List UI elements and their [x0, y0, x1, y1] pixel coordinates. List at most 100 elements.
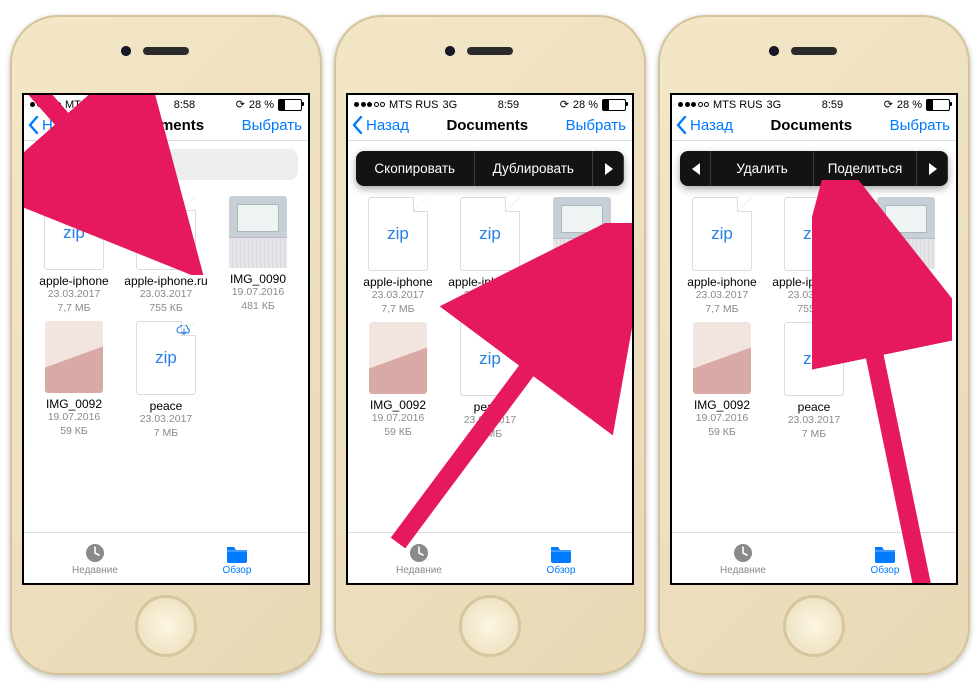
signal-dots-icon [354, 102, 385, 107]
file-name: IMG_0090 [862, 273, 950, 287]
file-name: IMG_0092 [30, 397, 118, 411]
signal-dots-icon [678, 102, 709, 107]
status-bar: MTS RUS 3G 8:58 ⟳ 28 % [24, 95, 308, 112]
back-label: Назад [690, 117, 733, 134]
file-name: peace [446, 400, 534, 414]
menu-more-right[interactable] [917, 151, 948, 186]
menu-share[interactable]: Поделиться [814, 151, 917, 186]
file-grid: zip apple-iphone 23.03.20177,7 МБ zip ap… [672, 189, 956, 532]
home-button[interactable] [135, 595, 197, 657]
file-item[interactable]: zip apple-iphone.ru 23.03.2017755 КБ [770, 197, 858, 316]
chevron-left-icon [676, 116, 688, 134]
search-placeholder: Поиск [64, 156, 106, 173]
tab-recent[interactable]: Недавние [348, 533, 490, 583]
file-item[interactable]: zip peace 23.03.20177 МБ [122, 321, 210, 440]
menu-delete[interactable]: Удалить [711, 151, 814, 186]
speaker [791, 47, 837, 55]
back-label: Назад [366, 117, 409, 134]
image-thumbnail [693, 322, 751, 394]
back-button[interactable]: Назад [28, 116, 85, 134]
file-item[interactable]: IMG_0090 19.07.2016481 КБ [862, 197, 950, 316]
zip-icon: zip [479, 224, 501, 244]
file-name: apple-iphone.ru [446, 275, 534, 289]
speaker [467, 47, 513, 55]
chevron-left-icon [28, 116, 40, 134]
refresh-icon: ⟳ [884, 98, 893, 111]
refresh-icon: ⟳ [560, 98, 569, 111]
file-item[interactable]: zip apple-iphone 23.03.20177,7 МБ [30, 196, 118, 315]
zip-icon: zip [803, 224, 825, 244]
nav-bar: Назад Documents Выбрать [24, 112, 308, 141]
file-item[interactable]: zip peace 23.03.20177 МБ [770, 322, 858, 441]
select-button[interactable]: Выбрать [566, 117, 626, 134]
file-item[interactable]: zip apple-iphone 23.03.20177,7 МБ [678, 197, 766, 316]
clock-label: 8:59 [822, 99, 843, 111]
tab-browse[interactable]: Обзор [490, 533, 632, 583]
zip-icon: zip [63, 223, 85, 243]
select-button[interactable]: Выбрать [890, 117, 950, 134]
nav-bar: Назад Documents Выбрать [672, 112, 956, 141]
network-label: 3G [767, 99, 782, 111]
tab-recent[interactable]: Недавние [672, 533, 814, 583]
file-name: apple-iphone [30, 274, 118, 288]
menu-more-left[interactable] [680, 151, 711, 186]
file-item[interactable]: zip apple-iphone 23.03.20177,7 МБ [354, 197, 442, 316]
file-item[interactable]: zip apple-iphone.ru 23.03.2017755 КБ [122, 196, 210, 315]
file-grid: zip apple-iphone 23.03.20177,7 МБ zip ap… [348, 189, 632, 532]
battery-icon [602, 99, 626, 111]
menu-more-right[interactable] [593, 151, 624, 186]
tab-bar: Недавние Обзор [348, 532, 632, 583]
file-name: peace [770, 400, 858, 414]
screen-3: MTS RUS 3G 8:59 ⟳ 28 % Назад Documents В… [670, 93, 958, 585]
file-name: IMG_0092 [678, 398, 766, 412]
file-item[interactable]: IMG_0090 19.07.2016481 КБ [214, 196, 302, 315]
front-camera [769, 46, 779, 56]
clock-icon [407, 541, 431, 563]
menu-copy[interactable]: Скопировать [356, 151, 475, 186]
file-item[interactable]: zip peace 23.03.20177 МБ [446, 322, 534, 441]
zip-icon: zip [803, 349, 825, 369]
file-item[interactable]: IMG_0092 19.07.201659 КБ [354, 322, 442, 441]
image-thumbnail [369, 322, 427, 394]
tab-bar: Недавние Обзор [672, 532, 956, 583]
signal-dots-icon [30, 102, 61, 107]
chevron-left-icon [352, 116, 364, 134]
search-input[interactable]: Поиск [34, 149, 298, 180]
battery-icon [278, 99, 302, 111]
file-name: IMG_0090 [538, 273, 626, 287]
carrier-label: MTS RUS [65, 99, 115, 111]
folder-icon [549, 541, 573, 563]
file-name: apple-iphone [678, 275, 766, 289]
back-button[interactable]: Назад [676, 116, 733, 134]
network-label: 3G [443, 99, 458, 111]
search-icon [44, 158, 58, 172]
image-thumbnail [45, 321, 103, 393]
tab-recent[interactable]: Недавние [24, 533, 166, 583]
refresh-icon: ⟳ [236, 98, 245, 111]
tab-browse[interactable]: Обзор [814, 533, 956, 583]
tab-browse[interactable]: Обзор [166, 533, 308, 583]
home-button[interactable] [783, 595, 845, 657]
page-title: Documents [446, 117, 528, 134]
file-item[interactable]: zip apple-iphone.ru 23.03.2017755 КБ [446, 197, 534, 316]
battery-pct: 28 % [897, 99, 922, 111]
phone-frame-3: MTS RUS 3G 8:59 ⟳ 28 % Назад Documents В… [658, 15, 970, 675]
home-button[interactable] [459, 595, 521, 657]
folder-icon [225, 541, 249, 563]
screen-1: MTS RUS 3G 8:58 ⟳ 28 % Назад Documents В… [22, 93, 310, 585]
select-button[interactable]: Выбрать [242, 117, 302, 134]
page-title: Documents [122, 117, 204, 134]
zip-icon: zip [479, 349, 501, 369]
file-item[interactable]: IMG_0092 19.07.201659 КБ [678, 322, 766, 441]
back-button[interactable]: Назад [352, 116, 409, 134]
carrier-label: MTS RUS [389, 99, 439, 111]
cloud-download-icon [500, 326, 516, 338]
page-title: Documents [770, 117, 852, 134]
file-item[interactable]: IMG_0090 19.07.2016481 КБ [538, 197, 626, 316]
screen-2: MTS RUS 3G 8:59 ⟳ 28 % Назад Documents В… [346, 93, 634, 585]
front-camera [445, 46, 455, 56]
battery-pct: 28 % [573, 99, 598, 111]
speaker [143, 47, 189, 55]
menu-duplicate[interactable]: Дублировать [475, 151, 594, 186]
file-item[interactable]: IMG_0092 19.07.201659 КБ [30, 321, 118, 440]
